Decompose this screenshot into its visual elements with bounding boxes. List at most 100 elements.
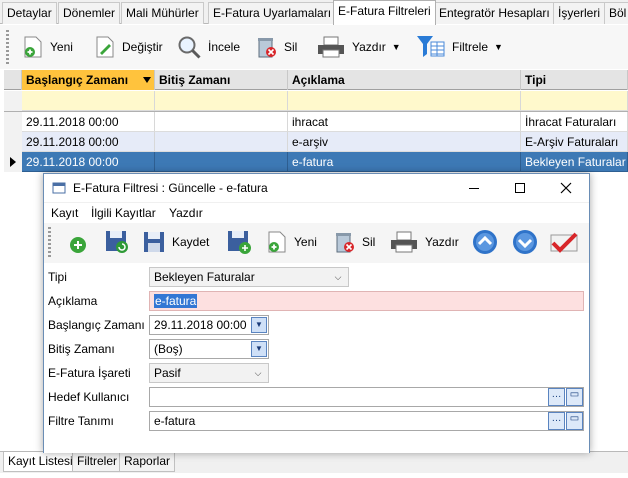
tab-entegrator-hesaplari[interactable]: Entegratör Hesapları bbox=[434, 2, 555, 24]
table-cell: ihracat bbox=[288, 112, 521, 132]
bitis-datetime-field[interactable]: (Boş) ▼ bbox=[149, 339, 269, 359]
table-cell: 29.11.2018 00:00 bbox=[22, 152, 155, 172]
tab-efatura-filtreleri[interactable]: E-Fatura Filtreleri bbox=[333, 0, 436, 25]
filter-edit-dialog: E-Fatura Filtresi : Güncelle - e-fatura … bbox=[43, 173, 590, 453]
clear-field-button[interactable]: ▭ bbox=[566, 412, 583, 430]
menu-ilgili-kayitlar[interactable]: İlgili Kayıtlar bbox=[91, 206, 156, 220]
magnifier-icon bbox=[178, 36, 201, 59]
filter-cell[interactable] bbox=[22, 91, 155, 111]
table-cell: 29.11.2018 00:00 bbox=[22, 132, 155, 152]
bitis-label: Bitiş Zamanı bbox=[48, 342, 115, 356]
indicator-header bbox=[4, 70, 22, 90]
column-header-aciklama[interactable]: Açıklama bbox=[288, 70, 521, 90]
tab-strip: Detaylar Dönemler Mali Mühürler E-Fatura… bbox=[0, 0, 628, 25]
close-record-button[interactable] bbox=[549, 227, 581, 257]
close-icon bbox=[560, 182, 572, 194]
baslangic-datetime-field[interactable]: 29.11.2018 00:00 ▼ bbox=[149, 315, 269, 335]
dialog-new-button[interactable]: Yeni bbox=[266, 227, 317, 257]
inspect-button[interactable]: İncele bbox=[176, 32, 240, 62]
tab-donemler[interactable]: Dönemler bbox=[58, 2, 121, 24]
arrow-down-circle-icon bbox=[513, 230, 537, 254]
delete-button[interactable]: Sil bbox=[256, 32, 297, 62]
table-row-selected[interactable]: 29.11.2018 00:00 e-fatura Bekleyen Fatur… bbox=[4, 152, 628, 172]
isaret-select[interactable]: Pasif ⌵ bbox=[149, 363, 269, 383]
tab-filtreler[interactable]: Filtreler bbox=[72, 452, 123, 472]
tab-raporlar[interactable]: Raporlar bbox=[119, 452, 176, 472]
print-button[interactable]: Yazdır ▼ bbox=[316, 32, 401, 62]
save-refresh-button[interactable] bbox=[104, 227, 130, 257]
print-dropdown-icon[interactable]: ▼ bbox=[392, 42, 401, 52]
dialog-print-button[interactable]: Yazdır bbox=[389, 227, 459, 257]
dialog-delete-button[interactable]: Sil bbox=[334, 227, 375, 257]
grid-header: Başlangıç Zamanı Bitiş Zamanı Açıklama T… bbox=[4, 70, 628, 90]
table-row[interactable]: 29.11.2018 00:00 ihracat İhracat Fatural… bbox=[4, 112, 628, 132]
tab-efatura-uyarlamalari[interactable]: E-Fatura Uyarlamaları bbox=[208, 2, 337, 24]
dialog-titlebar[interactable]: E-Fatura Filtresi : Güncelle - e-fatura bbox=[44, 174, 589, 202]
row-indicator bbox=[4, 132, 22, 152]
row-indicator bbox=[4, 112, 22, 132]
maximize-icon bbox=[515, 183, 525, 193]
save-button-label: Kaydet bbox=[172, 235, 210, 249]
ellipsis-lookup-button[interactable]: … bbox=[548, 412, 565, 430]
filter-dropdown-icon[interactable]: ▼ bbox=[494, 42, 503, 52]
save-button[interactable]: Kaydet bbox=[142, 227, 209, 257]
column-header-bitis[interactable]: Bitiş Zamanı bbox=[155, 70, 288, 90]
isaret-label: E-Fatura İşareti bbox=[48, 366, 131, 380]
printer-icon bbox=[318, 36, 344, 58]
tab-kayit-listesi[interactable]: Kayıt Listesi bbox=[3, 452, 78, 472]
chevron-down-icon[interactable]: ▼ bbox=[251, 341, 267, 357]
baslangic-value: 29.11.2018 00:00 bbox=[154, 318, 247, 332]
column-header-baslangic[interactable]: Başlangıç Zamanı bbox=[22, 70, 155, 90]
dialog-form: Tipi Bekleyen Faturalar ⌵ Açıklama e-fat… bbox=[44, 263, 589, 453]
maximize-button[interactable] bbox=[497, 174, 543, 202]
filter-button[interactable]: Filtrele ▼ bbox=[416, 32, 503, 62]
edit-button[interactable]: Değiştir bbox=[94, 32, 163, 62]
save-new-button[interactable] bbox=[226, 227, 252, 257]
tab-bol[interactable]: Böl bbox=[604, 2, 628, 24]
hedef-label: Hedef Kullanıcı bbox=[48, 390, 130, 404]
aciklama-field[interactable]: e-fatura bbox=[149, 291, 584, 311]
inspect-button-label: İncele bbox=[208, 40, 241, 54]
dialog-toolbar: Kaydet Yeni Sil Yazdır bbox=[44, 223, 589, 263]
tipi-select[interactable]: Bekleyen Faturalar ⌵ bbox=[149, 267, 349, 287]
window-app-icon bbox=[52, 182, 66, 194]
row-indicator bbox=[4, 152, 22, 172]
tipi-label: Tipi bbox=[48, 270, 67, 284]
checkmark-close-icon bbox=[550, 232, 578, 253]
bitis-value: (Boş) bbox=[154, 342, 183, 356]
clear-field-button[interactable]: ▭ bbox=[566, 388, 583, 406]
table-cell bbox=[155, 112, 288, 132]
tab-mali-muhurler[interactable]: Mali Mühürler bbox=[121, 2, 204, 24]
hedef-kullanici-field[interactable]: … ▭ bbox=[149, 387, 584, 407]
previous-record-button[interactable] bbox=[472, 227, 498, 257]
tab-isyerleri[interactable]: İşyerleri bbox=[553, 2, 606, 24]
auto-filter-row[interactable] bbox=[4, 91, 628, 111]
dialog-toolbar-grip[interactable] bbox=[48, 227, 51, 257]
new-button-label: Yeni bbox=[50, 40, 73, 54]
menu-kayit[interactable]: Kayıt bbox=[51, 206, 78, 220]
table-cell: 29.11.2018 00:00 bbox=[22, 112, 155, 132]
filter-cell[interactable] bbox=[521, 91, 628, 111]
next-record-button[interactable] bbox=[512, 227, 538, 257]
dialog-title: E-Fatura Filtresi : Güncelle - e-fatura bbox=[73, 181, 268, 195]
filter-cell[interactable] bbox=[155, 91, 288, 111]
ellipsis-lookup-button[interactable]: … bbox=[548, 388, 565, 406]
aciklama-value: e-fatura bbox=[154, 294, 198, 308]
menu-yazdir[interactable]: Yazdır bbox=[169, 206, 203, 220]
add-circle-icon bbox=[70, 237, 86, 253]
filter-cell[interactable] bbox=[288, 91, 521, 111]
minimize-button[interactable] bbox=[451, 174, 497, 202]
new-button[interactable]: Yeni bbox=[22, 32, 73, 62]
chevron-down-icon[interactable]: ▼ bbox=[251, 317, 267, 333]
column-header-tipi[interactable]: Tipi bbox=[521, 70, 628, 90]
print-button-label: Yazdır bbox=[352, 40, 386, 54]
table-row[interactable]: 29.11.2018 00:00 e-arşiv E-Arşiv Fatural… bbox=[4, 132, 628, 152]
tab-detaylar[interactable]: Detaylar bbox=[2, 2, 57, 24]
table-cell: e-arşiv bbox=[288, 132, 521, 152]
add-button[interactable] bbox=[66, 227, 90, 257]
toolbar-grip[interactable] bbox=[6, 30, 9, 64]
close-button[interactable] bbox=[543, 174, 589, 202]
filter-button-label: Filtrele bbox=[452, 40, 489, 54]
dialog-print-button-label: Yazdır bbox=[425, 235, 459, 249]
filtre-tanimi-field[interactable]: e-fatura … ▭ bbox=[149, 411, 584, 431]
